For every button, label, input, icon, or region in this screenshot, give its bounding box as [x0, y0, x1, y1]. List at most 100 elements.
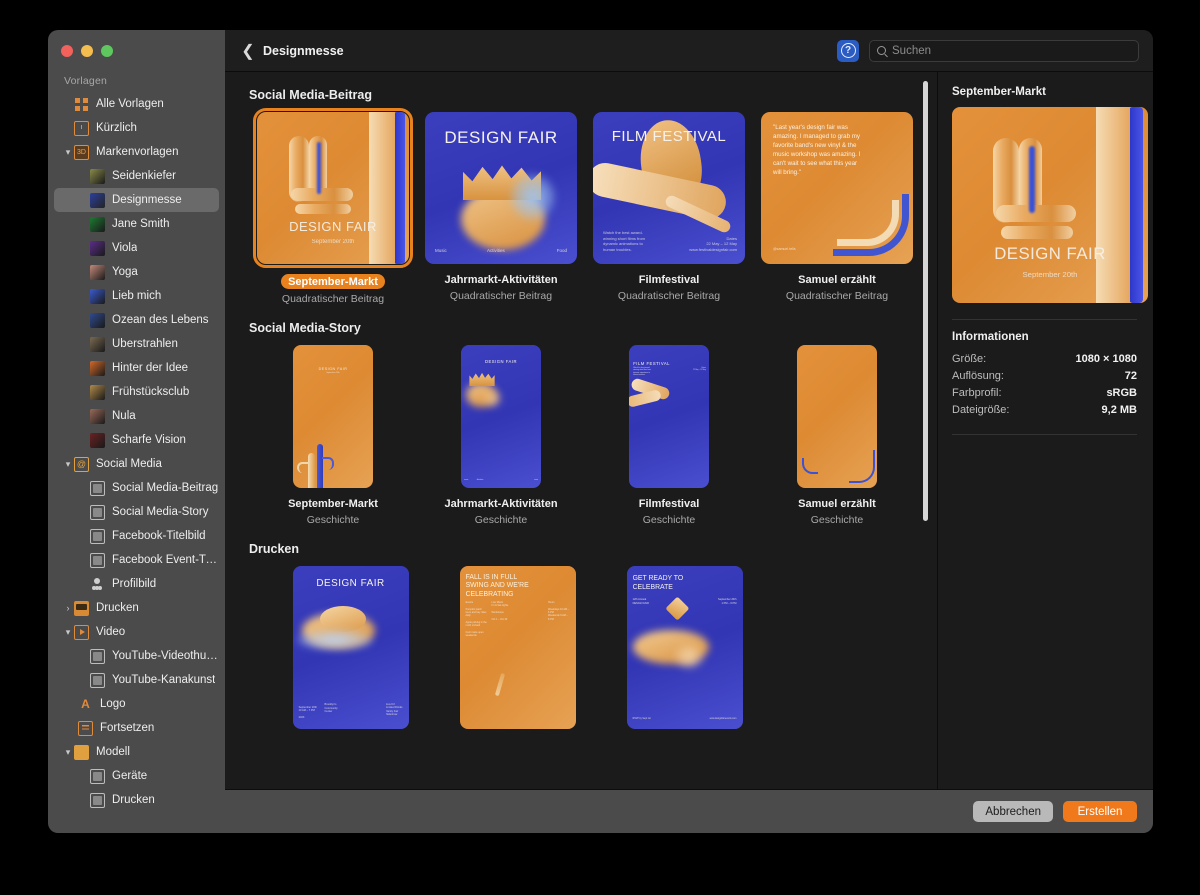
template-type-label: Quadratischer Beitrag [786, 290, 888, 302]
template-thumbnail[interactable]: GET READY TO CELEBRATE12th AnnualDESIGN … [627, 566, 743, 729]
info-row: Größe:1080 × 1080 [952, 350, 1137, 367]
search-input[interactable] [892, 45, 1131, 57]
gallery-row: DESIGN FAIRSeptember 20th10 AM – 7 PM202… [225, 566, 937, 729]
disclosure-triangle-icon[interactable]: ▾ [62, 747, 74, 758]
gallery-section-title: Social Media-Story [225, 305, 937, 345]
sidebar-item-social-media[interactable]: ▾Social Media [54, 452, 219, 476]
sidebar-item-modell[interactable]: ▾ Modell [54, 740, 219, 764]
sidebar-item-alle-vorlagen[interactable]: Alle Vorlagen [54, 92, 219, 116]
sidebar-item-berstrahlen[interactable]: Überstrahlen [54, 332, 219, 356]
story-icon [90, 505, 105, 520]
template-card[interactable]: "Last year's design fair was amazing. I … [753, 112, 921, 305]
gallery-sections: Social Media-BeitragDESIGN FAIRSeptember… [225, 72, 937, 739]
disclosure-triangle-icon[interactable]: ▾ [62, 147, 74, 158]
resume-icon [78, 721, 93, 736]
zoom-button[interactable] [101, 45, 113, 57]
sidebar-group-label: Vorlagen [48, 72, 225, 92]
sidebar-item-fr-hst-cksclub[interactable]: Frühstücksclub [54, 380, 219, 404]
back-chevron-icon[interactable]: ❮ [239, 42, 257, 60]
template-card[interactable]: DESIGN FAIRSeptember 20th September-Markt… [249, 112, 417, 305]
sidebar-item-viola[interactable]: Viola [54, 236, 219, 260]
sidebar-item-scharfe-vision[interactable]: Scharfe Vision [54, 428, 219, 452]
sidebar-item-label: Geräte [112, 770, 147, 782]
toolbar-right: ? [837, 40, 1139, 62]
cancel-button[interactable]: Abbrechen [973, 801, 1053, 822]
template-thumbnail[interactable]: DESIGN FAIRSeptember 20th [257, 112, 409, 264]
template-card[interactable]: DESIGN FAIRMusicActivitiesFoodJahrmarkt-… [417, 112, 585, 305]
template-thumbnail[interactable]: DESIGN FAIRSeptember 20th [293, 345, 373, 488]
sidebar-item-facebook-event-tit[interactable]: Facebook Event-Tit… [54, 548, 219, 572]
sidebar-item-youtube-kanakunst[interactable]: YouTube-Kanakunst [54, 668, 219, 692]
thumbnail-icon [90, 409, 105, 424]
sidebar-item-logo[interactable]: Logo [54, 692, 219, 716]
info-row: Dateigröße:9,2 MB [952, 401, 1137, 418]
sidebar-item-youtube-videothu[interactable]: YouTube-Videothu… [54, 644, 219, 668]
sidebar-item-hinter-der-idee[interactable]: Hinter der Idee [54, 356, 219, 380]
sidebar-item-drucken[interactable]: ›Drucken [54, 596, 219, 620]
template-type-label: Geschichte [811, 514, 864, 526]
sidebar-item-ger-te[interactable]: Geräte [54, 764, 219, 788]
help-button[interactable]: ? [837, 40, 859, 62]
template-card[interactable]: Samuel erzähltGeschichte [753, 345, 921, 526]
template-card[interactable]: FALL IS IN FULL SWING AND WE'RE CELEBRAT… [434, 566, 601, 729]
template-name-label: September-Markt [281, 274, 385, 289]
image-icon [90, 481, 105, 496]
question-mark-icon: ? [841, 43, 856, 58]
sidebar-item-label: Profilbild [112, 578, 156, 590]
sidebar-item-social-media-beitrag[interactable]: Social Media-Beitrag [54, 476, 219, 500]
close-button[interactable] [61, 45, 73, 57]
sidebar-list[interactable]: Alle Vorlagen Kürzlich▾Markenvorlagen Seid… [48, 92, 225, 833]
template-thumbnail[interactable] [797, 345, 877, 488]
info-rows: Größe:1080 × 1080Auflösung:72Farbprofil:… [952, 350, 1137, 418]
template-card[interactable]: DESIGN FAIRSeptember 20thSeptember-Markt… [249, 345, 417, 526]
sidebar-item-label: Alle Vorlagen [96, 98, 164, 110]
sidebar-item-ozean-des-lebens[interactable]: Ozean des Lebens [54, 308, 219, 332]
sidebar-item-facebook-titelbild[interactable]: Facebook-Titelbild [54, 524, 219, 548]
template-thumbnail[interactable]: FILM FESTIVALWatch the best award-winnin… [629, 345, 709, 488]
template-thumbnail[interactable]: "Last year's design fair was amazing. I … [761, 112, 913, 264]
template-type-label: Quadratischer Beitrag [450, 290, 552, 302]
template-gallery[interactable]: Social Media-BeitragDESIGN FAIRSeptember… [225, 72, 938, 789]
sidebar-item-label: Seidenkiefer [112, 170, 176, 182]
sidebar-item-k-rzlich[interactable]: Kürzlich [54, 116, 219, 140]
info-section-heading: Informationen [952, 331, 1137, 343]
sidebar-item-yoga[interactable]: Yoga [54, 260, 219, 284]
sidebar-item-drucken[interactable]: Drucken [54, 788, 219, 812]
template-card[interactable]: DESIGN FAIRMusicActivitiesFoodJahrmarkt-… [417, 345, 585, 526]
minimize-button[interactable] [81, 45, 93, 57]
template-type-label: Geschichte [643, 514, 696, 526]
template-thumbnail[interactable]: FILM FESTIVALWatch the best award-winnin… [593, 112, 745, 264]
sidebar-item-social-media-story[interactable]: Social Media-Story [54, 500, 219, 524]
template-thumbnail[interactable]: DESIGN FAIRMusicActivitiesFood [461, 345, 541, 488]
sidebar-item-jane-smith[interactable]: Jane Smith [54, 212, 219, 236]
sidebar-item-designmesse[interactable]: Designmesse [54, 188, 219, 212]
template-type-label: Geschichte [475, 514, 528, 526]
template-card[interactable]: FILM FESTIVALWatch the best award-winnin… [585, 345, 753, 526]
info-value: 72 [1125, 370, 1137, 382]
create-button[interactable]: Erstellen [1063, 801, 1137, 822]
disclosure-triangle-icon[interactable]: › [62, 603, 74, 613]
disclosure-triangle-icon[interactable]: ▾ [62, 459, 74, 470]
template-thumbnail[interactable]: DESIGN FAIRMusicActivitiesFood [425, 112, 577, 264]
sidebar-item-label: Modell [96, 746, 130, 758]
search-field[interactable] [869, 40, 1139, 62]
sidebar-item-markenvorlagen[interactable]: ▾Markenvorlagen [54, 140, 219, 164]
disclosure-triangle-icon[interactable]: ▾ [62, 627, 74, 638]
gallery-row: DESIGN FAIRSeptember 20th September-Markt… [225, 112, 937, 305]
sidebar-item-label: Social Media-Beitrag [112, 482, 218, 494]
sidebar-item-seidenkiefer[interactable]: Seidenkiefer [54, 164, 219, 188]
template-thumbnail[interactable]: FALL IS IN FULL SWING AND WE'RE CELEBRAT… [460, 566, 576, 729]
gallery-scrollbar[interactable] [923, 81, 928, 521]
template-card[interactable]: FILM FESTIVALWatch the best award-winnin… [585, 112, 753, 305]
sidebar: Vorlagen Alle Vorlagen Kürzlich▾Markenvor… [48, 30, 225, 833]
sidebar-item-fortsetzen[interactable]: Fortsetzen [54, 716, 219, 740]
sidebar-item-nula[interactable]: Nula [54, 404, 219, 428]
thumbnail-icon [90, 265, 105, 280]
sidebar-item-label: YouTube-Videothu… [112, 650, 218, 662]
sidebar-item-video[interactable]: ▾Video [54, 620, 219, 644]
template-thumbnail[interactable]: DESIGN FAIRSeptember 20th10 AM – 7 PM202… [293, 566, 409, 729]
template-card[interactable]: GET READY TO CELEBRATE12th AnnualDESIGN … [601, 566, 768, 729]
sidebar-item-lieb-mich[interactable]: Lieb mich [54, 284, 219, 308]
template-card[interactable]: DESIGN FAIRSeptember 20th10 AM – 7 PM202… [267, 566, 434, 729]
sidebar-item-profilbild[interactable]: Profilbild [54, 572, 219, 596]
